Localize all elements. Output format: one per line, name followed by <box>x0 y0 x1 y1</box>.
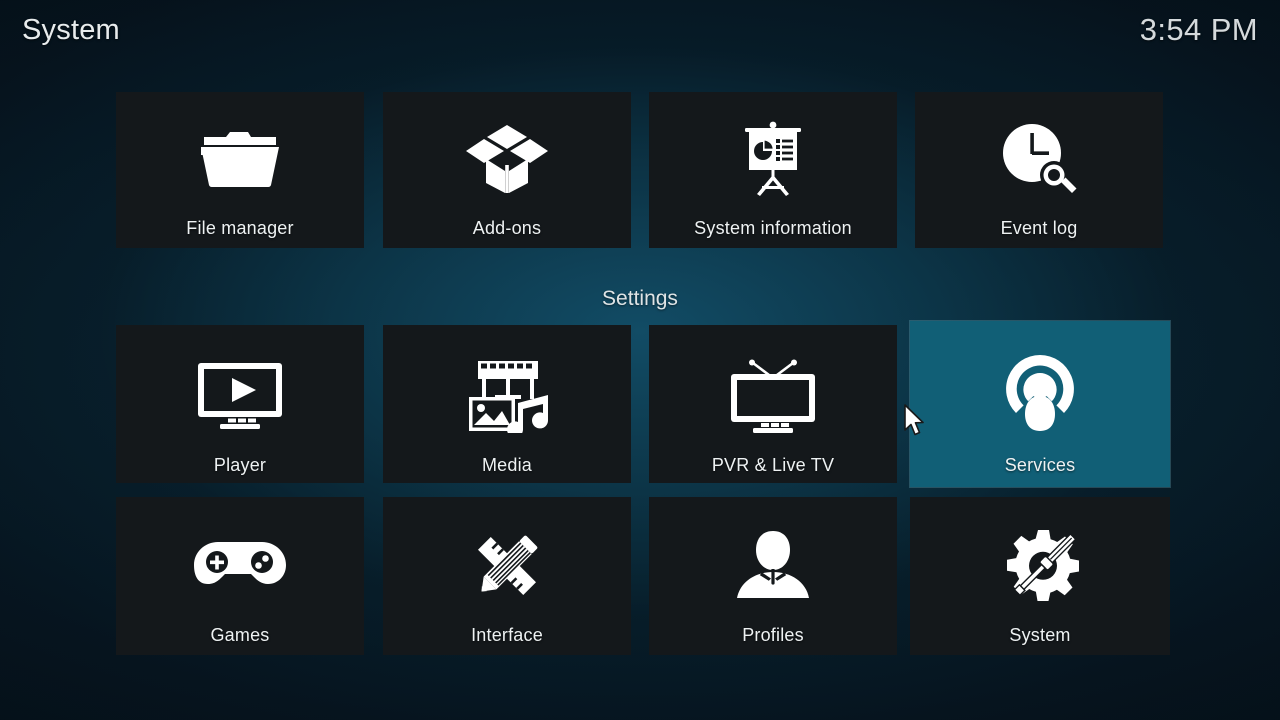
tile-label: PVR & Live TV <box>711 455 835 475</box>
clock-search-icon <box>915 116 1163 202</box>
tile-label: System information <box>694 218 852 238</box>
clock: 3:54 PM <box>1139 12 1258 47</box>
tile-add-ons[interactable]: Add-ons <box>383 92 631 248</box>
film-photo-music-icon <box>383 351 631 439</box>
tile-interface[interactable]: Interface <box>383 497 631 655</box>
tile-games[interactable]: Games <box>116 497 364 655</box>
tv-play-icon <box>116 351 364 439</box>
tile-file-manager[interactable]: File manager <box>116 92 364 248</box>
open-box-icon <box>383 116 631 202</box>
tile-player[interactable]: Player <box>116 325 364 483</box>
tile-pvr-live-tv[interactable]: PVR & Live TV <box>649 325 897 483</box>
pencil-ruler-icon <box>383 521 631 611</box>
top-bar: System 3:54 PM <box>0 0 1280 68</box>
broadcast-person-icon <box>910 347 1170 439</box>
tile-label: Media <box>481 455 533 475</box>
folder-icon <box>116 116 364 202</box>
tile-services[interactable]: Services <box>910 321 1170 487</box>
tile-label: Profiles <box>742 625 804 645</box>
person-icon <box>649 521 897 611</box>
tile-label: Interface <box>471 625 543 645</box>
tile-label: File manager <box>186 218 294 238</box>
section-heading-settings: Settings <box>602 287 678 310</box>
kodi-system-screen: System 3:54 PM File manager Add-ons Syst… <box>0 0 1280 720</box>
tv-antenna-icon <box>649 351 897 439</box>
tile-label: Services <box>1004 455 1076 475</box>
gamepad-icon <box>116 521 364 611</box>
tile-label: Event log <box>1000 218 1078 238</box>
tile-label: Player <box>213 455 267 475</box>
presentation-board-icon <box>649 116 897 202</box>
tile-event-log[interactable]: Event log <box>915 92 1163 248</box>
tile-label: Add-ons <box>472 218 542 238</box>
tile-media[interactable]: Media <box>383 325 631 483</box>
page-title: System <box>22 14 120 46</box>
tile-label: Games <box>210 625 270 645</box>
tile-profiles[interactable]: Profiles <box>649 497 897 655</box>
gear-screwdriver-icon <box>910 521 1170 611</box>
tile-label: System <box>1009 625 1071 645</box>
tile-system-information[interactable]: System information <box>649 92 897 248</box>
tile-system[interactable]: System <box>910 497 1170 655</box>
